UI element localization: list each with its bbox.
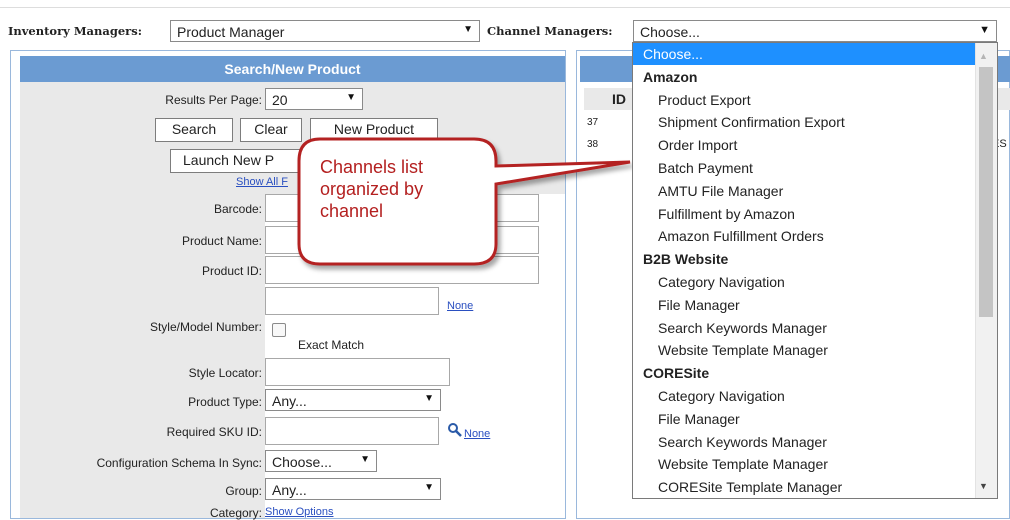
product-name-label: Product Name: <box>181 234 262 248</box>
required-sku-input[interactable] <box>265 417 439 445</box>
product-id-label: Product ID: <box>201 264 262 278</box>
chevron-down-icon: ▼ <box>346 92 356 103</box>
channel-managers-value: Choose... <box>640 23 700 40</box>
product-type-label: Product Type: <box>188 395 262 409</box>
config-schema-label: Configuration Schema In Sync: <box>96 456 262 470</box>
top-rule <box>0 7 1010 8</box>
dropdown-option[interactable]: File Manager <box>633 408 988 430</box>
callout-text-line: Channels list <box>320 157 424 177</box>
chevron-down-icon: ▼ <box>979 24 990 36</box>
dropdown-group-header: B2B Website <box>643 251 729 268</box>
dropdown-option[interactable]: Batch Payment <box>633 157 988 179</box>
style-locator-label: Style Locator: <box>188 366 262 380</box>
inventory-managers-value: Product Manager <box>177 23 285 40</box>
chevron-down-icon: ▼ <box>424 393 434 404</box>
dropdown-option[interactable]: Order Import <box>633 134 988 156</box>
dropdown-option[interactable]: AMTU File Manager <box>633 180 988 202</box>
required-sku-label: Required SKU ID: <box>166 425 262 439</box>
id-column-header: ID <box>612 91 626 107</box>
callout-text-line: channel <box>320 201 384 221</box>
dropdown-option[interactable]: Shipment Confirmation Export <box>633 111 988 133</box>
scroll-down-icon[interactable]: ▼ <box>979 481 988 491</box>
channel-managers-select[interactable]: Choose... ▼ <box>633 20 997 42</box>
product-type-select[interactable]: Any... ▼ <box>265 389 441 411</box>
dropdown-group-header: CORESite <box>643 365 710 382</box>
dropdown-group-header: Amazon <box>643 68 698 85</box>
group-value: Any... <box>272 481 307 498</box>
dropdown-option[interactable]: Fulfillment by Amazon <box>633 203 988 225</box>
inventory-managers-label: Inventory Managers: <box>8 24 142 38</box>
category-show-options-link[interactable]: Show Options <box>265 506 333 518</box>
search-icon[interactable] <box>447 422 463 438</box>
chevron-down-icon: ▼ <box>463 24 473 35</box>
results-per-page-label: Results Per Page: <box>165 93 262 107</box>
style-none-link[interactable]: None <box>447 300 473 312</box>
sku-none-link[interactable]: None <box>464 428 490 440</box>
clear-button[interactable]: Clear <box>240 118 302 142</box>
group-select[interactable]: Any... ▼ <box>265 478 441 500</box>
launch-new-product-button[interactable]: Launch New P <box>170 149 310 173</box>
show-all-link[interactable]: Show All F <box>236 176 288 188</box>
dropdown-option[interactable]: Category Navigation <box>633 271 988 293</box>
results-per-page-value: 20 <box>272 91 288 108</box>
category-label: Category: <box>209 506 262 520</box>
dropdown-option[interactable]: Search Keywords Manager <box>633 317 988 339</box>
dropdown-option[interactable]: Category Navigation <box>633 385 988 407</box>
result-row-id[interactable]: 37 <box>587 117 598 128</box>
dropdown-option[interactable]: Website Template Manager <box>633 453 988 475</box>
search-button[interactable]: Search <box>155 118 233 142</box>
dropdown-option[interactable]: CORESite Template Manager <box>633 476 988 498</box>
config-schema-value: Choose... <box>272 453 332 470</box>
dropdown-option[interactable]: Amazon Fulfillment Orders <box>633 225 988 247</box>
dropdown-option[interactable]: Choose... <box>633 43 985 65</box>
channel-dropdown-list: Choose... Amazon Product Export Shipment Co… <box>632 42 998 499</box>
product-type-value: Any... <box>272 392 307 409</box>
inventory-managers-select[interactable]: Product Manager ▼ <box>170 20 480 42</box>
dropdown-option[interactable]: Product Export <box>633 89 988 111</box>
search-panel-title: Search/New Product <box>20 56 565 82</box>
callout-text-line: organized by <box>320 179 424 199</box>
dropdown-option[interactable]: Search Keywords Manager <box>633 431 988 453</box>
style-model-input[interactable] <box>265 287 439 315</box>
barcode-label: Barcode: <box>213 202 262 216</box>
exact-match-label: Exact Match <box>298 338 365 352</box>
dropdown-option[interactable]: File Manager <box>633 294 988 316</box>
dropdown-option[interactable]: Website Template Manager <box>633 339 988 361</box>
exact-match-checkbox[interactable] <box>272 323 286 337</box>
scrollbar-thumb[interactable] <box>979 67 993 317</box>
chevron-down-icon: ▼ <box>360 454 370 465</box>
results-per-page-select[interactable]: 20 ▼ <box>265 88 363 110</box>
style-locator-input[interactable] <box>265 358 450 386</box>
chevron-down-icon: ▼ <box>424 482 434 493</box>
channel-managers-label: Channel Managers: <box>487 24 613 38</box>
config-schema-select[interactable]: Choose... ▼ <box>265 450 377 472</box>
style-model-label: Style/Model Number: <box>149 320 262 334</box>
group-label: Group: <box>225 484 262 498</box>
scroll-up-icon[interactable]: ▲ <box>979 51 988 61</box>
